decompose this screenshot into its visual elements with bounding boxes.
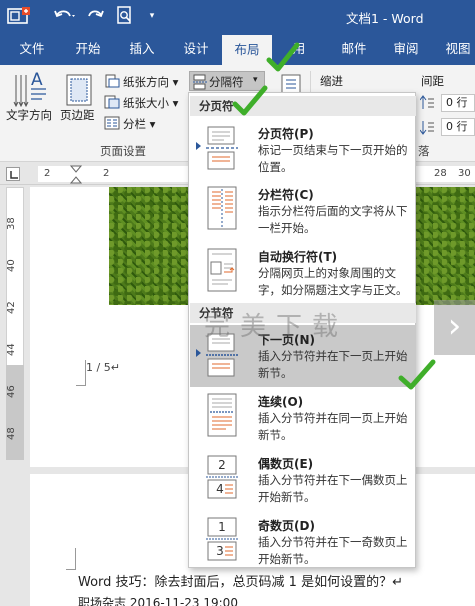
- menu-item-title: 偶数页(E): [258, 457, 314, 471]
- vruler-number: 40: [6, 259, 17, 272]
- spacing-before-icon: [420, 95, 434, 109]
- vruler-number: 42: [6, 301, 17, 314]
- menu-item-description: 标记一页结束与下一页开始的位置。: [258, 143, 408, 174]
- text-wrapping-break-icon: [207, 248, 237, 292]
- columns-button[interactable]: 分栏 ▾: [123, 116, 155, 132]
- checkmark-icon: [266, 42, 300, 72]
- menu-item-text-wrapping-break[interactable]: 自动换行符(T) 分隔网页上的对象周围的文字，如分隔题注文字与正文。: [190, 242, 416, 304]
- tab-review[interactable]: 审阅: [386, 33, 426, 65]
- page-break-icon: [206, 126, 238, 170]
- menu-item-description: 插入分节符并在下一偶数页上开始新节。: [258, 473, 408, 504]
- watermark-text: 完美下载: [204, 312, 349, 342]
- ribbon-tab-bar: 文件 开始 插入 设计 布局 用 邮件 审阅 视图: [0, 33, 475, 65]
- even-page-section-icon: 2 4: [206, 455, 238, 499]
- size-icon[interactable]: [104, 95, 120, 109]
- next-page-arrow-icon[interactable]: ›: [434, 300, 475, 355]
- selection-marker-icon: [196, 142, 201, 150]
- margins-icon[interactable]: [64, 73, 94, 107]
- group-label-paragraph: 落: [418, 144, 430, 158]
- size-button[interactable]: 纸张大小 ▾: [123, 95, 178, 111]
- orientation-button[interactable]: 纸张方向 ▾: [123, 74, 178, 90]
- window-title: 文档1 - Word: [346, 11, 424, 26]
- word-app-icon[interactable]: [6, 6, 32, 26]
- indent-marker-icon[interactable]: [70, 165, 82, 185]
- document-heading-text[interactable]: Word 技巧：除去封面后，总页码减 1 是如何设置的？↵: [78, 571, 403, 590]
- ruler-number: 28: [434, 168, 447, 179]
- svg-text:3: 3: [216, 544, 224, 558]
- qat-customize-icon[interactable]: ▾: [144, 6, 160, 26]
- menu-item-description: 插入分节符并在同一页上开始新节。: [258, 411, 408, 442]
- spacing-after-input[interactable]: 0 行: [441, 118, 475, 136]
- checkmark-icon: [398, 359, 436, 390]
- menu-item-description: 插入分节符并在下一奇数页上开始新节。: [258, 535, 408, 566]
- tab-insert[interactable]: 插入: [120, 33, 164, 65]
- tab-design[interactable]: 设计: [174, 33, 218, 65]
- spacing-label: 间距: [421, 74, 444, 88]
- ruler-number: 2: [103, 168, 110, 179]
- text-direction-icon[interactable]: A: [12, 69, 50, 109]
- columns-icon[interactable]: [104, 116, 120, 130]
- menu-item-title: 奇数页(D): [258, 519, 315, 533]
- menu-item-description: 指示分栏符后面的文字将从下一栏开始。: [258, 204, 408, 235]
- print-preview-icon[interactable]: [114, 6, 136, 26]
- menu-item-title: 分栏符(C): [258, 188, 314, 202]
- undo-icon[interactable]: [52, 6, 76, 26]
- menu-item-title: 连续(O): [258, 395, 304, 409]
- tab-mailings[interactable]: 邮件: [334, 33, 374, 65]
- tab-view[interactable]: 视图: [438, 33, 475, 65]
- menu-item-continuous[interactable]: 连续(O) 插入分节符并在同一页上开始新节。: [190, 387, 416, 449]
- menu-item-even-page[interactable]: 2 4 偶数页(E) 插入分节符并在下一偶数页上开始新节。: [190, 449, 416, 511]
- menu-item-title: 自动换行符(T): [258, 250, 338, 264]
- tab-file[interactable]: 文件: [10, 33, 54, 65]
- indent-label: 缩进: [320, 74, 343, 88]
- orientation-icon[interactable]: [104, 74, 120, 88]
- menu-item-title: 分页符(P): [258, 127, 314, 141]
- group-label-page-setup: 页面设置: [100, 144, 146, 158]
- selection-marker-icon: [196, 349, 201, 357]
- text-direction-button[interactable]: 文字方向: [6, 107, 52, 123]
- vruler-number: 46: [6, 385, 17, 398]
- continuous-section-icon: [207, 393, 237, 437]
- svg-text:2: 2: [218, 458, 226, 472]
- margins-button[interactable]: 页边距: [60, 107, 95, 123]
- page-number-field[interactable]: 1 / 5↵: [86, 361, 120, 374]
- spacing-before-input[interactable]: 0 行: [441, 94, 475, 112]
- ruler-number: 2: [44, 168, 51, 179]
- svg-text:A: A: [31, 70, 43, 90]
- column-break-icon: [207, 186, 237, 230]
- vertical-ruler-margin: [6, 365, 24, 460]
- vruler-number: 44: [6, 343, 17, 356]
- tab-home[interactable]: 开始: [66, 33, 110, 65]
- title-bar: ▾ 文档1 - Word: [0, 0, 475, 33]
- vruler-number: 48: [6, 427, 17, 440]
- odd-page-section-icon: 1 3: [206, 517, 238, 561]
- checkmark-icon: [232, 85, 268, 116]
- tab-layout[interactable]: 布局: [222, 35, 272, 65]
- menu-item-column-break[interactable]: 分栏符(C) 指示分栏符后面的文字将从下一栏开始。: [190, 180, 416, 242]
- svg-text:1: 1: [218, 520, 226, 534]
- menu-item-description: 插入分节符并在下一页上开始新节。: [258, 349, 408, 380]
- menu-item-odd-page[interactable]: 1 3 奇数页(D) 插入分节符并在下一奇数页上开始新节。: [190, 511, 416, 569]
- menu-section-page-breaks: 分页符: [190, 96, 416, 116]
- svg-text:4: 4: [216, 482, 224, 496]
- redo-icon[interactable]: [84, 6, 106, 26]
- spacing-after-icon: [420, 121, 434, 135]
- crop-mark: [66, 548, 76, 570]
- menu-item-description: 分隔网页上的对象周围的文字，如分隔题注文字与正文。: [258, 266, 408, 297]
- tab-selector[interactable]: [6, 167, 20, 181]
- menu-item-page-break[interactable]: 分页符(P) 标记一页结束与下一页开始的位置。: [190, 118, 416, 180]
- vruler-number: 38: [6, 217, 17, 230]
- document-meta-text[interactable]: 职场杂志 2016-11-23 19:00: [78, 594, 238, 606]
- ruler-number: 30: [458, 168, 471, 179]
- crop-mark: [76, 360, 86, 386]
